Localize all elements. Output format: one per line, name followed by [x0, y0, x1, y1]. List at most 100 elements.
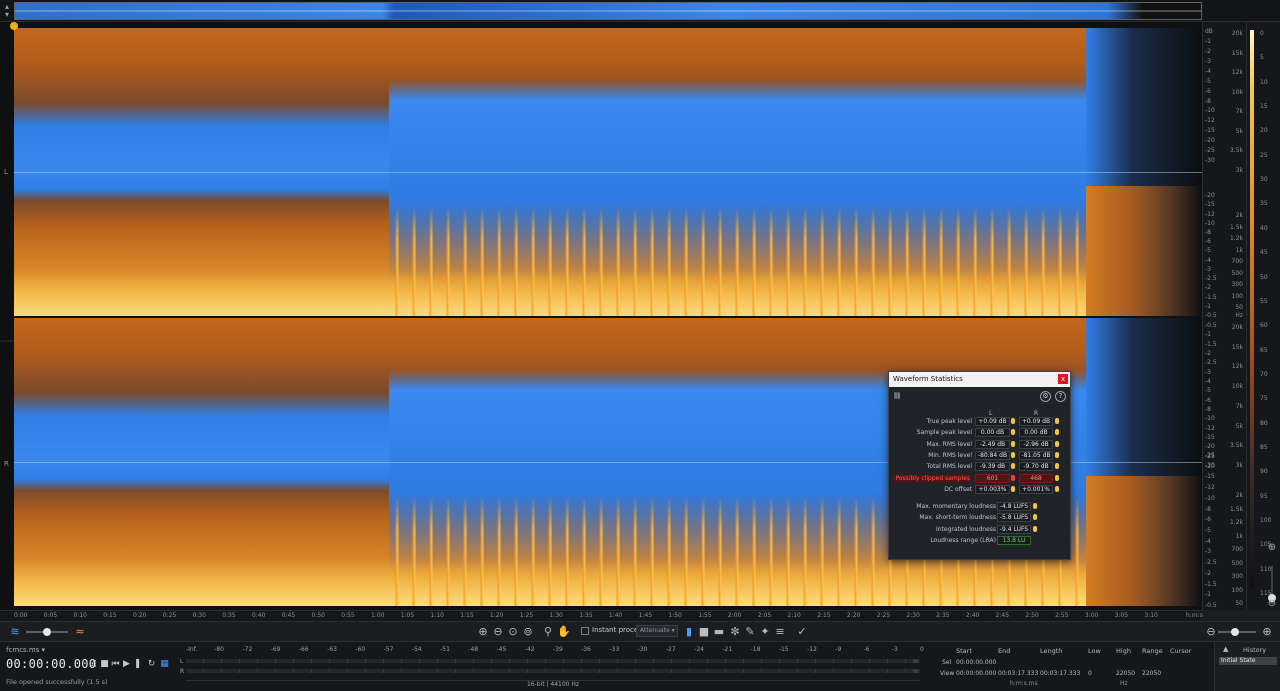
stop-icon[interactable]: ■ [99, 659, 110, 670]
zoom-out-icon[interactable]: ⊖ [491, 625, 505, 639]
zoom-out-horizontal-icon[interactable]: ⊖ [1204, 625, 1218, 639]
zoom-in-vertical-icon[interactable]: ⊕ [1266, 542, 1278, 554]
magnify-icon[interactable]: ⚲ [541, 625, 555, 639]
pin-icon[interactable] [1011, 451, 1015, 458]
pin-icon[interactable] [1055, 485, 1059, 492]
format-info: 16-bit | 44100 Hz [186, 680, 920, 688]
pin-icon[interactable] [1055, 418, 1059, 424]
overview-view-window[interactable] [14, 2, 1202, 20]
horizontal-zoom-knob[interactable] [1231, 628, 1240, 636]
loudness-row: Max. short-term loudness -5.8 LUFS [889, 513, 1070, 523]
close-button[interactable]: x [1058, 374, 1068, 384]
magic-wand-icon[interactable]: ✦ [758, 625, 772, 639]
blend-slider-knob[interactable] [43, 628, 51, 636]
hz-scale-label: 1.2k [1229, 235, 1243, 242]
process-icon[interactable]: ✓ [795, 625, 809, 639]
spectrogram-blend-slider[interactable] [26, 628, 68, 636]
pin-icon[interactable] [1011, 429, 1015, 436]
pin-icon[interactable] [1055, 440, 1059, 447]
pin-icon[interactable] [1011, 418, 1015, 424]
brush-icon[interactable]: ✎ [743, 625, 757, 639]
history-collapse-icon[interactable]: ▲ [1223, 645, 1228, 653]
horizontal-zoom-slider[interactable] [1218, 628, 1256, 636]
instant-process-mode-select[interactable]: Attenuate ▾ [636, 625, 678, 637]
zoom-in-horizontal-icon[interactable]: ⊕ [1260, 625, 1274, 639]
pin-icon[interactable] [1033, 503, 1037, 510]
clip-indicator-right[interactable] [913, 669, 918, 673]
overview-strip[interactable]: ▴ ▾ [0, 0, 1280, 22]
stat-value-left: -9.39 dB [975, 462, 1010, 472]
left-channel-spectrogram[interactable] [14, 28, 1202, 316]
sel-start-value[interactable]: 00:00:00.000 [956, 659, 996, 666]
view-end-value[interactable]: 00:03:17.333 [998, 670, 1038, 677]
pin-icon[interactable] [1011, 463, 1015, 470]
loudness-value: 13.8 LU [997, 536, 1031, 545]
time-tick: 2:40 [965, 612, 980, 619]
time-tick: 1:30 [549, 612, 563, 619]
clip-indicator-left[interactable] [913, 659, 918, 663]
view-start-value[interactable]: 00:00:00.000 [956, 670, 996, 677]
pin-icon[interactable] [1011, 474, 1015, 481]
time-select-icon[interactable]: ▮ [682, 625, 696, 639]
record-follow-icon[interactable]: ▦ [159, 659, 170, 670]
instant-process-checkbox[interactable] [581, 627, 589, 635]
zoom-full-icon[interactable]: ⊚ [521, 625, 535, 639]
view-low-value[interactable]: 0 [1088, 670, 1092, 677]
hz-scale-label: 1k [1235, 246, 1243, 254]
pin-icon[interactable] [1055, 429, 1059, 436]
view-range-value[interactable]: 22050 [1142, 670, 1161, 677]
help-icon[interactable]: ? [1055, 391, 1066, 402]
pin-icon[interactable] [1011, 440, 1015, 447]
header-range: Range [1142, 647, 1163, 655]
lasso-icon[interactable]: ✼ [728, 625, 742, 639]
time-ruler[interactable]: 0:00 0:05 0:10 0:15 0:20 0:25 0:30 0:35 0:40 0:45… [0, 610, 1203, 621]
headphones-icon[interactable]: ♫ [88, 659, 99, 670]
timecode-display[interactable]: 00:00:00.000 [6, 657, 96, 671]
pin-icon[interactable] [1055, 451, 1059, 458]
pin-icon[interactable] [1033, 525, 1037, 532]
loop-icon[interactable]: ↻ [146, 659, 157, 670]
gear-icon[interactable]: ⚙ [1040, 391, 1051, 402]
pin-icon[interactable] [1011, 485, 1015, 492]
zoom-out-vertical-icon[interactable]: ⊖ [1266, 598, 1278, 610]
spectrogram-icon[interactable]: ≈ [73, 625, 87, 639]
pin-icon[interactable] [1055, 463, 1059, 470]
view-length-value[interactable]: 00:03:17.333 [1040, 670, 1080, 677]
db-scale-label: -4 [1205, 256, 1211, 264]
vertical-zoom[interactable]: ⊕ ⊖ [1264, 540, 1280, 610]
pause-icon[interactable]: ❚ [132, 659, 143, 670]
waveform-icon[interactable]: ≋ [8, 625, 22, 639]
meter-scale-label: -63 [327, 646, 337, 653]
stat-value-left: -2.49 dB [975, 439, 1010, 449]
file-tab[interactable]: fcmcs.ms ▾ [6, 646, 45, 654]
db-scale-label: -10 [1205, 219, 1215, 227]
play-icon[interactable]: ▶ [121, 659, 132, 670]
zoom-selection-icon[interactable]: ⊙ [506, 625, 520, 639]
colorbar-label: 75 [1260, 395, 1268, 403]
time-tick: 0:30 [192, 612, 206, 619]
freq-select-icon[interactable]: ▬ [712, 625, 726, 639]
stat-name: Min. RMS level [928, 451, 972, 459]
db-scale-label: -1.5 [1205, 340, 1217, 348]
harmonic-select-icon[interactable]: ≡ [773, 625, 787, 639]
meter-scale-label: -24 [694, 646, 704, 653]
time-tick: 1:50 [668, 612, 682, 619]
panel-titlebar[interactable]: Waveform Statistics x [889, 372, 1070, 387]
view-high-value[interactable]: 22050 [1116, 670, 1135, 677]
zoom-in-icon[interactable]: ⊕ [476, 625, 490, 639]
hand-icon[interactable]: ✋ [557, 625, 571, 639]
time-tick: 0:40 [252, 612, 266, 619]
rect-select-icon[interactable]: ■ [697, 625, 711, 639]
file-name: fcmcs.ms [6, 646, 40, 654]
rewind-icon[interactable]: ⏮ [110, 659, 121, 670]
db-scale-label: -3 [1205, 368, 1211, 376]
pin-icon[interactable] [1055, 474, 1059, 481]
playhead-marker[interactable] [10, 22, 18, 30]
db-colorbar: 0 5 10 15 20 25 30 35 40 45 50 55 60 65 70 75 80 85 90 95 10… [1246, 22, 1280, 610]
pin-icon[interactable] [1033, 514, 1037, 521]
time-tick: 2:20 [846, 612, 861, 619]
vertical-zoom-track[interactable] [1271, 566, 1273, 596]
history-item-initial-state[interactable]: Initial State [1219, 657, 1277, 665]
collapse-icon[interactable]: ▴ ▾ [2, 3, 12, 19]
frequency-scale[interactable]: dB -1 -2 -3 -4 -5 -6 -8 -10 -12 -15 -20 -25 -30 -20 -15… [1202, 22, 1246, 610]
